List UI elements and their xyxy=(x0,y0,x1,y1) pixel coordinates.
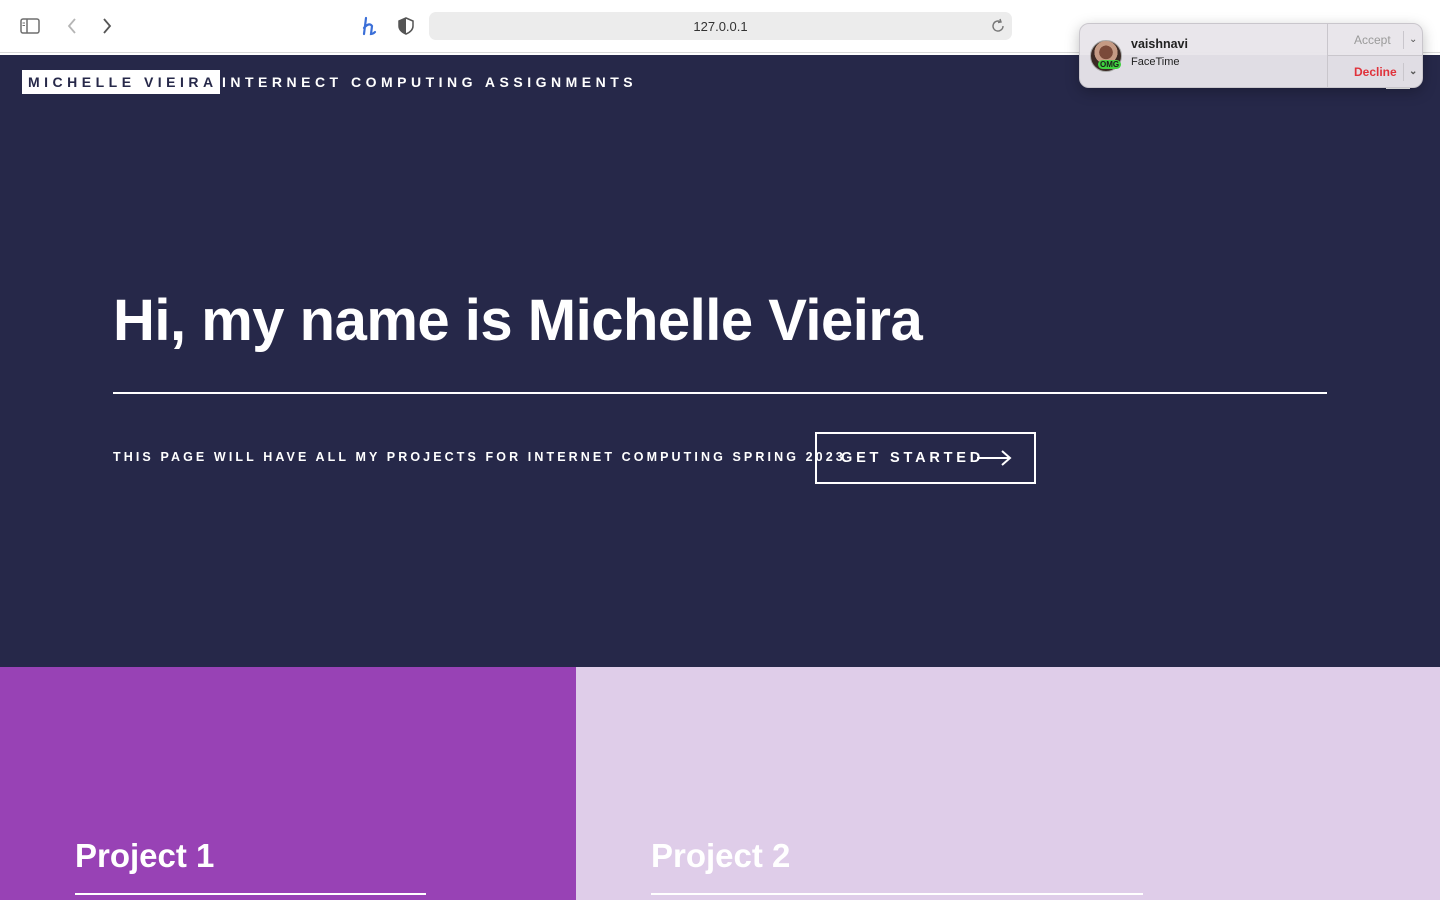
decline-separator xyxy=(1403,63,1404,81)
project-2-title: Project 2 xyxy=(651,837,791,874)
chevron-down-icon[interactable]: ⌄ xyxy=(1409,34,1417,45)
hero-section: MICHELLE VIEIRA INTERNECT COMPUTING ASSI… xyxy=(0,55,1440,667)
address-bar[interactable]: 127.0.0.1 xyxy=(429,12,1012,40)
get-started-button[interactable]: GET STARTED xyxy=(815,432,1036,484)
honey-extension-icon[interactable] xyxy=(356,12,384,40)
project-1-title: Project 1 xyxy=(75,837,215,874)
accept-button[interactable]: Accept ⌄ xyxy=(1328,24,1422,56)
get-started-label: GET STARTED xyxy=(841,450,985,466)
facetime-notification[interactable]: OMG vaishnavi FaceTime Accept ⌄ Decline … xyxy=(1079,23,1423,88)
project-2-panel[interactable]: Project 2 xyxy=(576,667,1440,900)
project-1-divider xyxy=(75,893,426,895)
caller-name: vaishnavi xyxy=(1131,37,1188,51)
project-2-divider xyxy=(651,893,1143,895)
reload-icon[interactable] xyxy=(990,18,1006,34)
sidebar-toggle-icon[interactable] xyxy=(16,12,44,40)
avatar-badge: OMG xyxy=(1098,60,1122,69)
decline-button[interactable]: Decline ⌄ xyxy=(1328,56,1422,87)
hero-title: Hi, my name is Michelle Vieira xyxy=(113,288,923,353)
forward-icon[interactable] xyxy=(93,12,121,40)
notification-actions: Accept ⌄ Decline ⌄ xyxy=(1327,24,1422,87)
hero-divider xyxy=(113,392,1327,394)
notification-app: FaceTime xyxy=(1131,56,1180,68)
privacy-shield-icon[interactable] xyxy=(392,12,420,40)
back-icon[interactable] xyxy=(58,12,86,40)
address-text: 127.0.0.1 xyxy=(693,18,748,34)
arrow-right-icon xyxy=(977,450,1012,466)
brand-logo[interactable]: MICHELLE VIEIRA xyxy=(22,70,220,94)
project-1-panel[interactable]: Project 1 xyxy=(0,667,576,900)
hero-description: THIS PAGE WILL HAVE ALL MY PROJECTS FOR … xyxy=(113,450,846,464)
accept-label: Accept xyxy=(1354,32,1391,47)
decline-label: Decline xyxy=(1354,65,1397,79)
chevron-down-icon[interactable]: ⌄ xyxy=(1409,66,1417,77)
brand-subtitle[interactable]: INTERNECT COMPUTING ASSIGNMENTS xyxy=(222,70,637,94)
accept-separator xyxy=(1403,31,1404,49)
